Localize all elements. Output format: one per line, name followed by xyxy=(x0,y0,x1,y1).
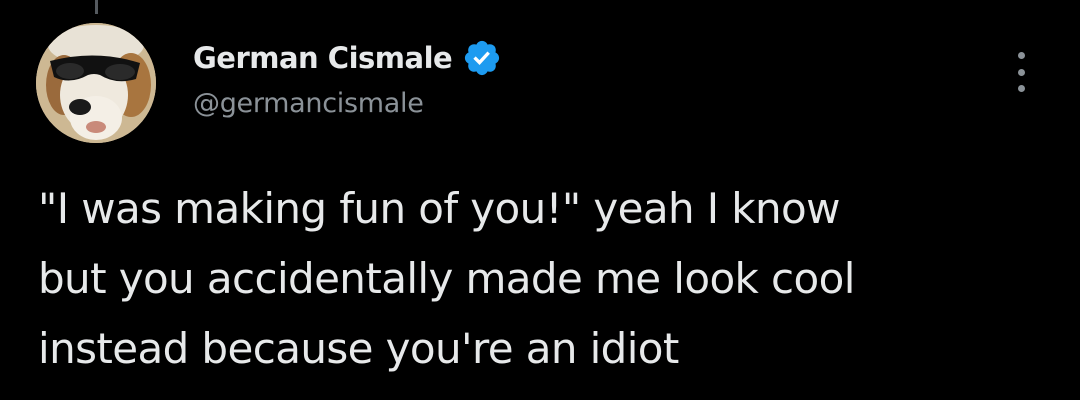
tweet[interactable]: German Cismale @germancismale "I was mak… xyxy=(0,0,1080,400)
display-name[interactable]: German Cismale xyxy=(193,41,453,75)
more-dot xyxy=(1017,68,1025,76)
user-handle[interactable]: @germancismale xyxy=(193,88,502,119)
more-dot xyxy=(1017,52,1025,59)
name-row: German Cismale xyxy=(193,36,502,80)
verified-badge-icon[interactable] xyxy=(462,38,502,78)
more-options-icon[interactable] xyxy=(1004,52,1038,92)
more-dot xyxy=(1017,85,1025,92)
thread-connector-line xyxy=(95,0,98,14)
avatar[interactable] xyxy=(36,23,156,143)
dog-avatar-image xyxy=(36,23,156,143)
tweet-header: German Cismale @germancismale xyxy=(193,36,502,119)
tweet-text: "I was making fun of you!" yeah I know b… xyxy=(38,184,855,373)
